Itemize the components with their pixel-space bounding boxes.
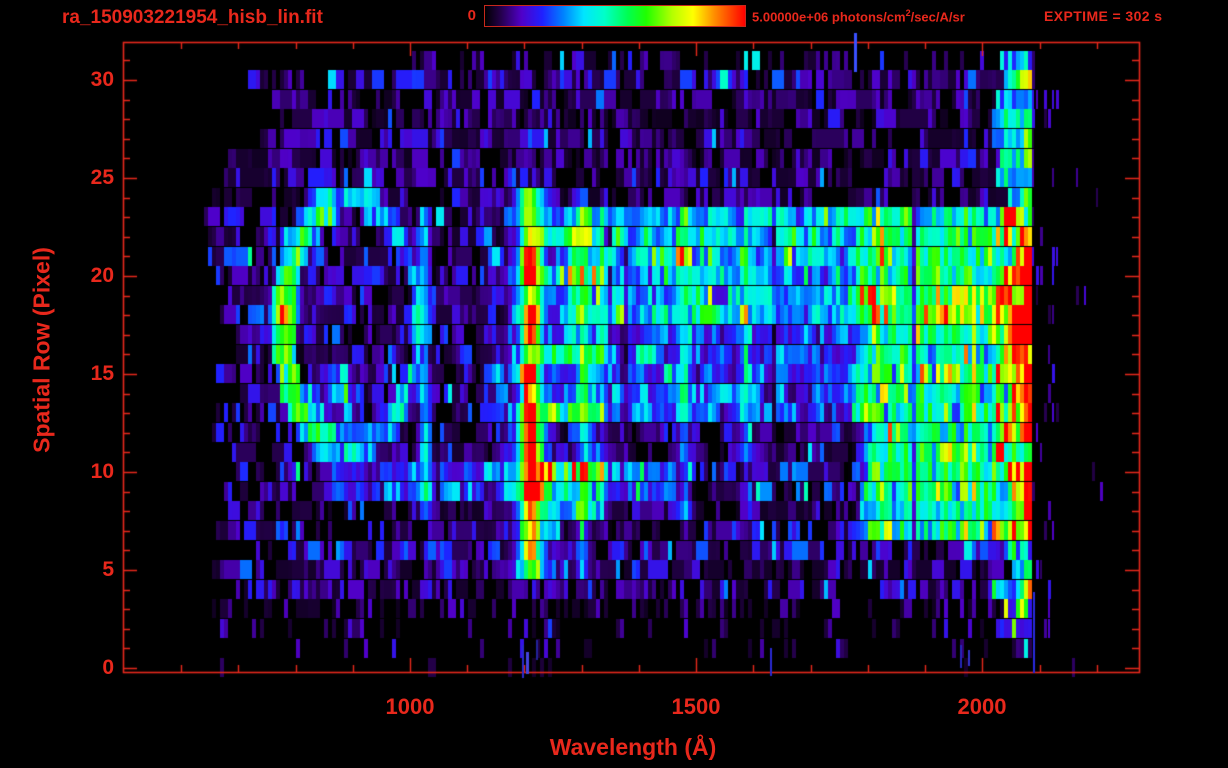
x-tick-label-2000: 2000	[957, 694, 1007, 719]
y-tick-label-25: 25	[90, 166, 114, 189]
colorbar-max-suffix: /sec/A/sr	[910, 9, 965, 25]
x-axis-title: Wavelength (Å)	[549, 734, 717, 760]
file-title: ra_150903221954_hisb_lin.fit	[62, 7, 323, 28]
x-tick-label-1000: 1000	[385, 694, 435, 719]
exptime-label: EXPTIME = 302 s	[1044, 8, 1163, 24]
x-tick-label-1500: 1500	[671, 694, 721, 719]
spectrogram-canvas	[0, 0, 1228, 768]
colorbar	[484, 5, 746, 27]
colorbar-max-prefix: 5.00000e+06 photons/cm	[752, 9, 906, 25]
colorbar-min-label: 0	[467, 7, 476, 24]
y-tick-label-10: 10	[90, 460, 114, 483]
y-tick-label-5: 5	[102, 558, 114, 581]
y-axis-title: Spatial Row (Pixel)	[28, 247, 55, 453]
spectral-image-viewer: ra_150903221954_hisb_lin.fit 0 5.00000e+…	[0, 0, 1228, 768]
y-tick-label-30: 30	[90, 68, 114, 91]
y-tick-label-0: 0	[102, 656, 114, 679]
colorbar-max-label: 5.00000e+06 photons/cm2/sec/A/sr	[752, 8, 965, 24]
